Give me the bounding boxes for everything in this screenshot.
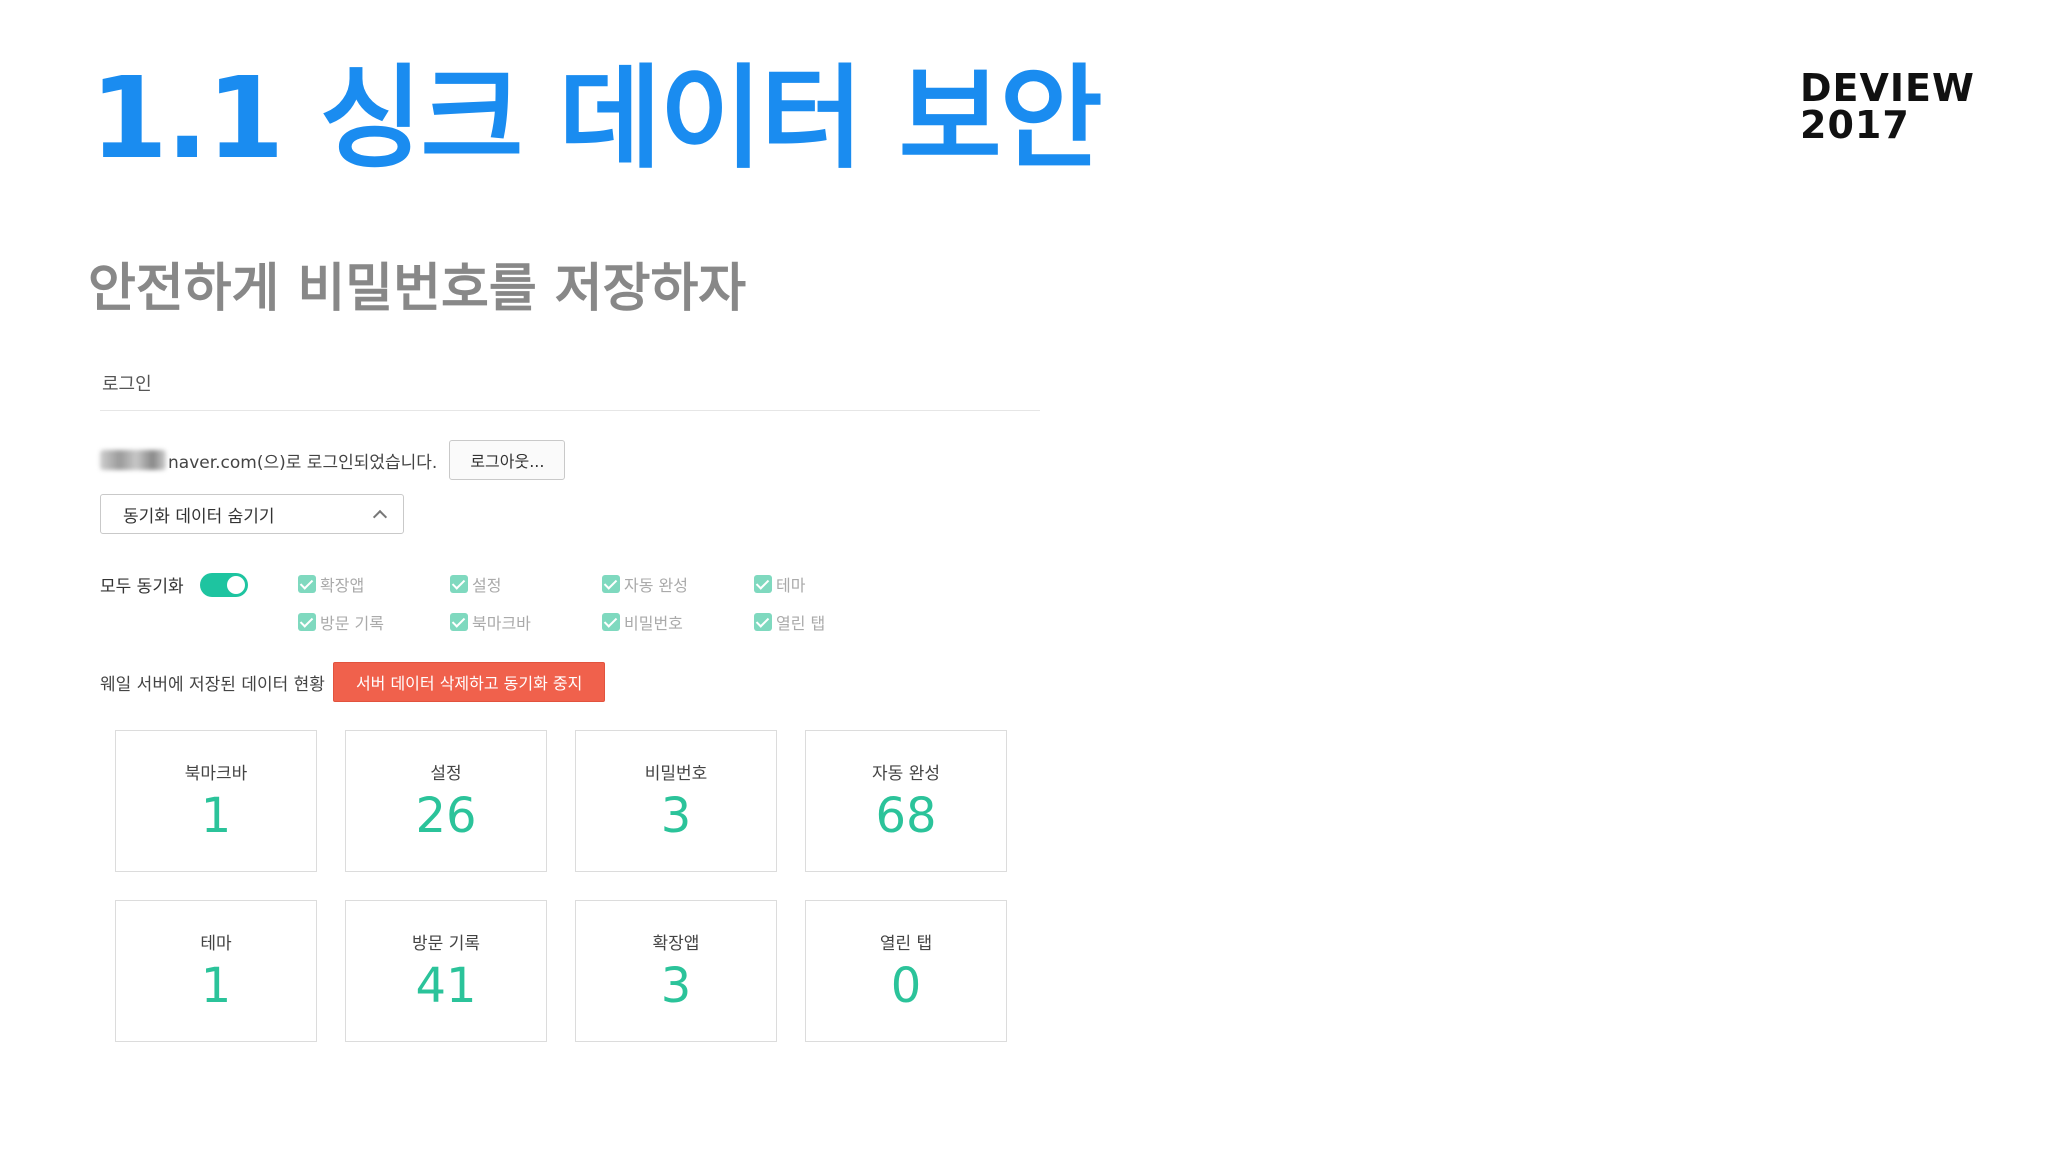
stat-label: 비밀번호 bbox=[644, 764, 708, 784]
stat-value: 3 bbox=[660, 788, 692, 844]
sync-checkbox-autofill[interactable]: 자동 완성 bbox=[602, 572, 754, 596]
sync-all-row: 모두 동기화 bbox=[100, 572, 248, 597]
stat-card-settings: 설정 26 bbox=[345, 730, 547, 872]
stat-value: 0 bbox=[890, 958, 922, 1014]
sync-checkbox-bookmarks[interactable]: 북마크바 bbox=[450, 610, 602, 634]
sync-checkbox-open-tabs[interactable]: 열린 탭 bbox=[754, 610, 906, 634]
stat-value: 41 bbox=[415, 958, 477, 1014]
stat-value: 3 bbox=[660, 958, 692, 1014]
stat-card-passwords: 비밀번호 3 bbox=[575, 730, 777, 872]
stat-card-autofill: 자동 완성 68 bbox=[805, 730, 1007, 872]
hide-sync-data-dropdown[interactable]: 동기화 데이터 숨기기 bbox=[100, 494, 404, 534]
sync-all-toggle[interactable] bbox=[199, 572, 248, 597]
stat-label: 설정 bbox=[430, 764, 462, 784]
sync-settings-panel: 로그인 naver.com(으)로 로그인되었습니다. 로그아웃... 동기화 … bbox=[100, 360, 1040, 1042]
stat-card-extensions: 확장앱 3 bbox=[575, 900, 777, 1042]
sync-item-checkboxes: 확장앱 설정 자동 완성 테마 방문 기록 북마크바 비밀번호 열린 탭 bbox=[298, 572, 906, 634]
checkbox-checked-icon bbox=[754, 613, 772, 631]
sync-checkbox-passwords[interactable]: 비밀번호 bbox=[602, 610, 754, 634]
stat-card-open-tabs: 열린 탭 0 bbox=[805, 900, 1007, 1042]
checkbox-checked-icon bbox=[754, 575, 772, 593]
stat-value: 26 bbox=[415, 788, 477, 844]
checkbox-checked-icon bbox=[602, 575, 620, 593]
brand-line-1: DEVIEW bbox=[1800, 66, 1975, 110]
sync-checkbox-theme[interactable]: 테마 bbox=[754, 572, 906, 596]
stat-value: 1 bbox=[200, 958, 232, 1014]
stat-label: 열린 탭 bbox=[879, 934, 933, 954]
stat-value: 68 bbox=[875, 788, 937, 844]
stat-card-history: 방문 기록 41 bbox=[345, 900, 547, 1042]
sync-checkbox-history[interactable]: 방문 기록 bbox=[298, 610, 450, 634]
account-text: naver.com(으)로 로그인되었습니다. bbox=[168, 452, 438, 473]
checkbox-checked-icon bbox=[450, 613, 468, 631]
toggle-knob bbox=[226, 575, 245, 594]
checkbox-checked-icon bbox=[298, 575, 316, 593]
stat-label: 테마 bbox=[200, 934, 232, 954]
server-data-label: 웨일 서버에 저장된 데이터 현황 bbox=[100, 674, 325, 695]
chevron-up-icon bbox=[372, 509, 388, 525]
stat-label: 자동 완성 bbox=[872, 764, 940, 784]
deview-logo: DEVIEW 2017 bbox=[1800, 66, 1975, 147]
server-stats-grid: 북마크바 1 설정 26 비밀번호 3 자동 완성 68 테마 1 방문 기록 … bbox=[115, 730, 1007, 1042]
login-section-title: 로그인 bbox=[100, 360, 1040, 411]
slide-title: 1.1 싱크 데이터 보안 bbox=[90, 54, 1103, 184]
checkbox-checked-icon bbox=[602, 613, 620, 631]
sync-checkbox-extensions[interactable]: 확장앱 bbox=[298, 572, 450, 596]
blurred-email bbox=[100, 450, 166, 470]
sync-all-label: 모두 동기화 bbox=[100, 577, 184, 597]
brand-line-2: 2017 bbox=[1800, 103, 1910, 147]
stat-value: 1 bbox=[200, 788, 232, 844]
delete-server-data-button[interactable]: 서버 데이터 삭제하고 동기화 중지 bbox=[332, 662, 606, 702]
server-data-row: 웨일 서버에 저장된 데이터 현황 서버 데이터 삭제하고 동기화 중지 bbox=[100, 662, 606, 702]
stat-card-bookmarks: 북마크바 1 bbox=[115, 730, 317, 872]
stat-card-theme: 테마 1 bbox=[115, 900, 317, 1042]
slide-subtitle: 안전하게 비밀번호를 저장하자 bbox=[88, 259, 747, 319]
stat-label: 북마크바 bbox=[184, 764, 248, 784]
account-row: naver.com(으)로 로그인되었습니다. 로그아웃... bbox=[100, 440, 566, 480]
stat-label: 확장앱 bbox=[652, 934, 700, 954]
checkbox-checked-icon bbox=[450, 575, 468, 593]
stat-label: 방문 기록 bbox=[412, 934, 480, 954]
checkbox-checked-icon bbox=[298, 613, 316, 631]
logout-button[interactable]: 로그아웃... bbox=[449, 440, 566, 480]
sync-checkbox-settings[interactable]: 설정 bbox=[450, 572, 602, 596]
hide-sync-data-label: 동기화 데이터 숨기기 bbox=[123, 506, 275, 527]
